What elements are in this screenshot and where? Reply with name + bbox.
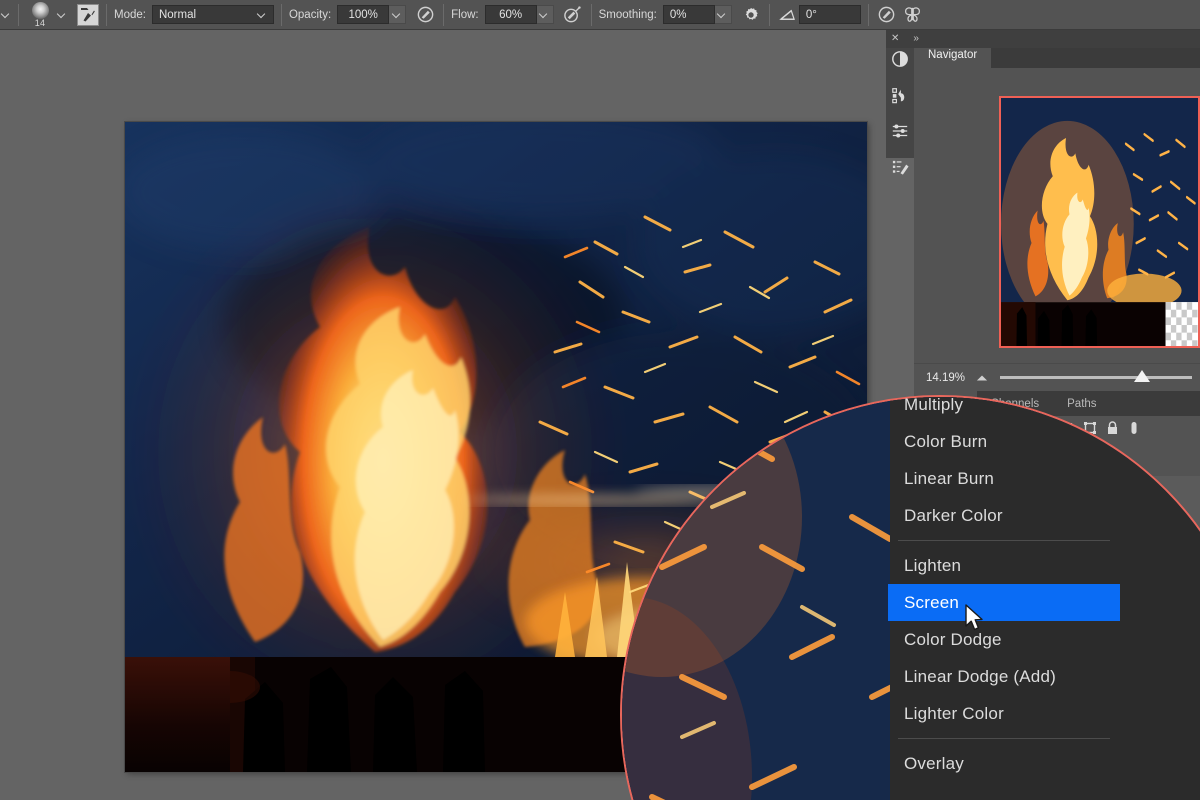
flow-label: Flow: (451, 9, 478, 21)
zoom-out-icon[interactable] (977, 375, 987, 380)
opacity-label: Opacity: (289, 9, 331, 21)
divider (18, 4, 19, 26)
divider (769, 4, 770, 26)
tablet-pressure-opacity-icon[interactable] (414, 4, 436, 26)
zoom-slider-knob[interactable] (1134, 370, 1150, 382)
mouse-cursor (964, 604, 986, 639)
panel-dock-header: ✕ » (886, 28, 1200, 48)
tablet-pressure-size-icon[interactable] (876, 4, 898, 26)
smoothing-dropdown-button[interactable] (715, 5, 732, 24)
smoothing-options-gear-icon[interactable] (740, 4, 762, 26)
menu-item-screen[interactable]: Screen (888, 584, 1120, 621)
tool-preset-picker-icon[interactable] (2, 10, 11, 19)
blend-mode-value: Normal (159, 9, 196, 21)
navigator-thumbnail[interactable] (999, 96, 1200, 348)
menu-item-linear-burn[interactable]: Linear Burn (888, 460, 1120, 497)
zoom-level-value[interactable]: 14.19% (914, 372, 976, 384)
close-icon[interactable]: ✕ (891, 33, 899, 44)
divider (281, 4, 282, 26)
menu-item-color-dodge[interactable]: Color Dodge (888, 621, 1120, 658)
smoothing-input[interactable]: 0% (663, 5, 715, 24)
properties-icon[interactable] (891, 122, 909, 145)
tab-navigator-label: Navigator (928, 49, 977, 61)
menu-item-darker-color[interactable]: Darker Color (888, 497, 1120, 534)
divider (106, 4, 107, 26)
opacity-input[interactable]: 100% (337, 5, 389, 24)
zoom-slider[interactable] (1000, 376, 1192, 379)
brush-settings-panel-icon[interactable] (77, 4, 99, 26)
mode-label: Mode: (114, 9, 146, 21)
menu-separator (898, 738, 1110, 739)
chevron-down-icon (540, 10, 549, 19)
brush-preset-chevron-down-icon[interactable] (58, 10, 67, 19)
symmetry-butterfly-icon[interactable] (902, 4, 924, 26)
chevron-down-icon (393, 10, 402, 19)
menu-item-lighten[interactable]: Lighten (888, 547, 1120, 584)
opacity-dropdown-button[interactable] (389, 5, 406, 24)
flow-control[interactable]: 60% (485, 5, 554, 24)
brush-tip-preview (32, 2, 49, 19)
menu-item-overlay[interactable]: Overlay (888, 745, 1120, 782)
brush-angle-value: 0° (806, 9, 817, 21)
adjustments-icon[interactable] (891, 50, 909, 73)
menu-separator (898, 540, 1110, 541)
brush-angle-icon[interactable] (777, 4, 799, 26)
menu-item-multiply[interactable]: Multiply (888, 386, 1120, 423)
tool-options-bar: 14 Mode: Normal Opacity: 100% (0, 0, 1200, 30)
photoshop-window: 14 Mode: Normal Opacity: 100% (0, 0, 1200, 800)
chevron-down-icon (258, 10, 267, 19)
menu-item-color-burn[interactable]: Color Burn (888, 423, 1120, 460)
smoothing-value: 0% (670, 9, 687, 21)
brush-size-value: 14 (35, 18, 45, 28)
smoothing-control[interactable]: 0% (663, 5, 732, 24)
brush-settings-icon[interactable] (891, 158, 910, 182)
menu-item-linear-dodge-add[interactable]: Linear Dodge (Add) (888, 658, 1120, 695)
flow-dropdown-button[interactable] (537, 5, 554, 24)
blend-mode-dropdown-menu[interactable]: MultiplyColor BurnLinear BurnDarker Colo… (888, 386, 1120, 800)
blend-mode-select[interactable]: Normal (152, 5, 274, 24)
actions-icon[interactable] (891, 86, 909, 109)
flow-input[interactable]: 60% (485, 5, 537, 24)
navigator-panel (914, 68, 1200, 363)
opacity-control[interactable]: 100% (337, 5, 406, 24)
chevron-down-icon (718, 10, 727, 19)
dark-foreground-strip-left (125, 657, 230, 772)
menu-item-lighter-color[interactable]: Lighter Color (888, 695, 1120, 732)
brush-preset-picker-icon[interactable]: 14 (26, 1, 54, 29)
brush-angle-input[interactable]: 0° (799, 5, 861, 24)
divider (443, 4, 444, 26)
flow-value: 60% (499, 9, 522, 21)
divider (591, 4, 592, 26)
opacity-value: 100% (348, 9, 377, 21)
airbrush-icon[interactable] (562, 4, 584, 26)
divider (868, 4, 869, 26)
smoothing-label: Smoothing: (599, 9, 657, 21)
expand-double-chevron-icon[interactable]: » (913, 33, 919, 44)
